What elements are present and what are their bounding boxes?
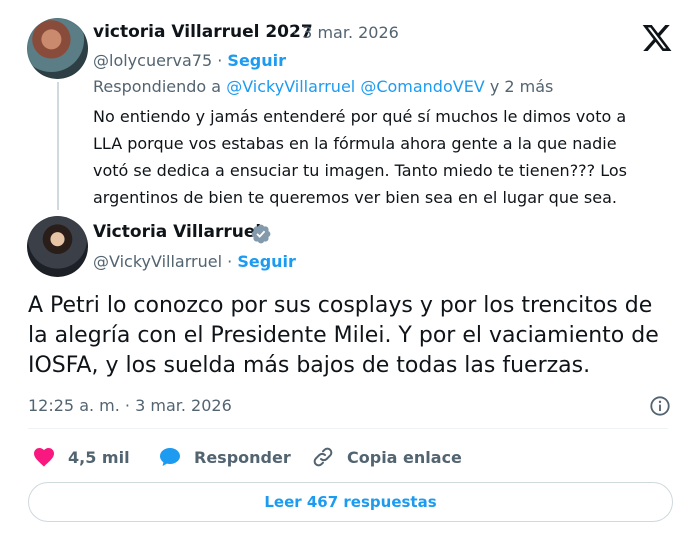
like-button[interactable]: 4,5 mil: [32, 444, 130, 470]
actions-divider: [28, 428, 668, 429]
replying-suffix: y 2 más: [489, 77, 554, 96]
like-count: 4,5 mil: [68, 447, 130, 467]
main-tweet-text: A Petri lo conozco por sus cosplays y po…: [28, 293, 659, 378]
replying-mentions[interactable]: @VickyVillarruel @ComandoVEV: [226, 77, 485, 96]
speech-bubble-icon: [160, 448, 180, 466]
replying-prefix: Respondiendo a: [93, 77, 222, 96]
thread-connector-line: [57, 82, 59, 210]
info-icon[interactable]: [649, 395, 671, 417]
verified-badge-icon: [251, 224, 271, 244]
reply-follow-button[interactable]: Seguir: [227, 51, 286, 70]
main-author-name[interactable]: Victoria Villarruel: [93, 222, 261, 242]
copy-link-label: Copia enlace: [347, 447, 462, 467]
main-author-handle-row: @VickyVillarruel · Seguir: [93, 252, 296, 271]
x-logo-icon[interactable]: [641, 22, 673, 54]
replying-to-line: Respondiendo a @VickyVillarruel @Comando…: [93, 77, 553, 96]
handle-separator: ·: [227, 252, 233, 271]
reply-author-handle-row: @lolycuerva75 · Seguir: [93, 51, 286, 70]
tweet-timestamp[interactable]: 12:25 a. m. · 3 mar. 2026: [28, 396, 232, 415]
main-follow-button[interactable]: Seguir: [237, 252, 296, 271]
main-author-handle[interactable]: @VickyVillarruel: [93, 252, 222, 271]
reply-label: Responder: [194, 447, 291, 467]
reply-date[interactable]: · 3 mar. 2026: [292, 23, 399, 42]
reply-author-handle[interactable]: @lolycuerva75: [93, 51, 212, 70]
heart-icon: [34, 448, 54, 467]
handle-separator: ·: [217, 51, 223, 70]
reply-author-avatar[interactable]: [27, 18, 88, 79]
embedded-tweet-card: victoria Villarruel 2027 · 3 mar. 2026 @…: [0, 0, 687, 540]
read-replies-button[interactable]: Leer 467 respuestas: [28, 482, 673, 522]
reply-author-name[interactable]: victoria Villarruel 2027: [93, 22, 313, 42]
reply-tweet-text: No entiendo y jamás entenderé por qué sí…: [93, 107, 628, 207]
link-icon: [313, 447, 333, 467]
copy-link-button[interactable]: Copia enlace: [311, 444, 462, 470]
reply-button[interactable]: Responder: [158, 444, 291, 470]
main-author-avatar[interactable]: [27, 216, 88, 277]
